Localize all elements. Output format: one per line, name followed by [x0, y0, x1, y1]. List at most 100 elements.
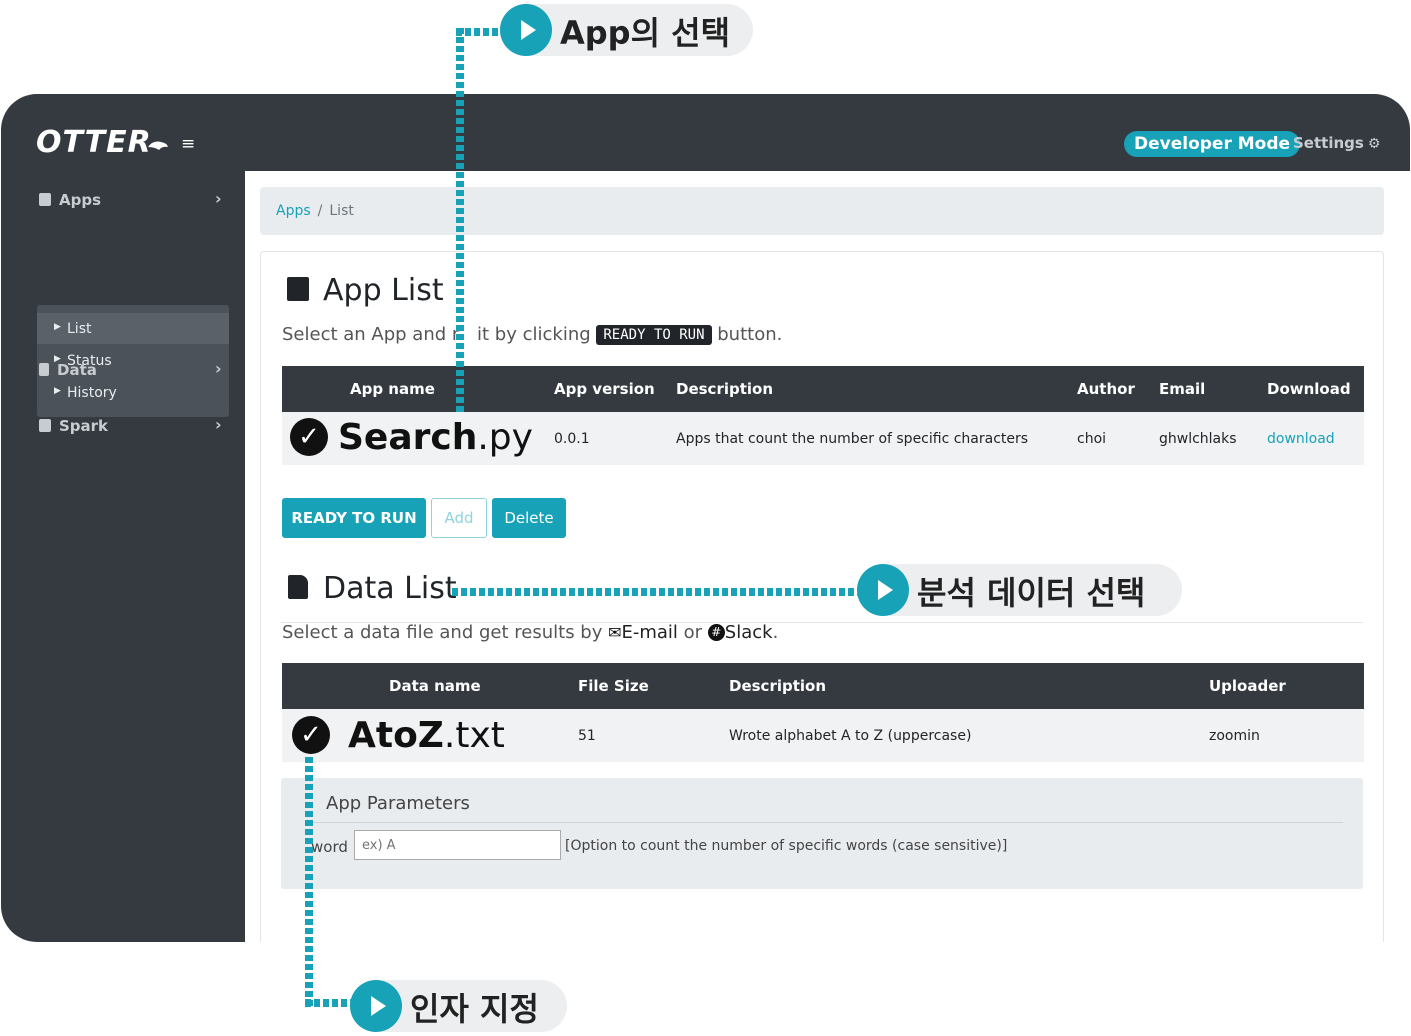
submenu-label: History [67, 385, 117, 401]
column-header: File Size [578, 663, 729, 709]
column-header: Download [1267, 366, 1364, 412]
ready-to-run-keyword: READY TO RUN [596, 325, 712, 345]
file-size-cell: 51 [578, 709, 729, 762]
check-icon: ✓ [292, 716, 330, 754]
column-header: App version [554, 366, 676, 412]
callout-text: 인자 지정 [410, 990, 539, 1028]
sidebar-item-label: Apps [59, 191, 102, 209]
column-header: Author [1077, 366, 1159, 412]
breadcrumb: Apps / List [260, 187, 1384, 235]
word-param-help: [Option to count the number of specific … [565, 838, 1008, 854]
column-header: App name [282, 366, 554, 412]
app-email-cell: ghwlchlaks [1159, 412, 1267, 465]
app-author-cell: choi [1077, 412, 1159, 465]
hamburger-menu-icon[interactable]: ≡ [181, 136, 195, 153]
chevron-right-icon: › [215, 189, 222, 208]
or-text: or [677, 622, 708, 643]
sidebar: Apps › ▶ List ▶ Status ▶ History Data › Spa… [1, 171, 245, 942]
play-icon [500, 4, 552, 56]
instructions-text: Select an App and r [282, 324, 460, 345]
sidebar-item-spark[interactable]: Spark [39, 417, 108, 435]
sidebar-item-label: Data [57, 361, 97, 379]
selected-app-name: Search.py [338, 417, 533, 458]
otter-logo-mark-icon [148, 141, 168, 150]
selected-data-name-ext: .txt [443, 714, 505, 756]
instructions-text: Select a data file and get results by [282, 622, 609, 643]
otter-logo[interactable]: OTTER [36, 125, 152, 160]
annotation-connector [456, 28, 464, 414]
breadcrumb-current: List [329, 203, 354, 219]
selected-app-label: ✓ Search.py [286, 415, 539, 459]
data-list-instructions: Select a data file and get results by ✉E… [282, 622, 778, 643]
callout-select-app: App의 선택 [500, 4, 753, 56]
caret-right-icon: ▶ [54, 322, 61, 332]
period-text: . [772, 622, 779, 643]
app-parameters-title: App Parameters [326, 793, 470, 814]
developer-mode-badge[interactable]: Developer Mode [1124, 131, 1301, 157]
selected-data-label: ✓ AtoZ.txt [288, 713, 511, 757]
play-icon [857, 564, 909, 616]
check-icon: ✓ [290, 418, 328, 456]
annotation-connector [305, 757, 313, 1007]
app-parameters-panel: App Parameters word [Option to count the… [281, 778, 1363, 889]
file-icon [39, 363, 49, 376]
app-description-cell: Apps that count the number of specific c… [676, 412, 1077, 465]
data-description-cell: Wrote alphabet A to Z (uppercase) [729, 709, 1209, 762]
book-icon [39, 193, 51, 206]
settings-label: Settings [1293, 134, 1364, 152]
column-header: Data name [282, 663, 578, 709]
sidebar-item-label: Spark [59, 417, 109, 435]
selected-app-name-ext: .py [477, 416, 533, 458]
sidebar-item-list[interactable]: ▶ List [54, 321, 92, 337]
breadcrumb-apps-link[interactable]: Apps [276, 203, 311, 219]
app-download-cell: download [1267, 412, 1364, 465]
word-param-input[interactable] [354, 830, 561, 860]
sidebar-item-apps[interactable]: Apps [39, 191, 101, 209]
app-version-cell: 0.0.1 [554, 412, 676, 465]
word-param-label: word [311, 838, 348, 856]
uploader-cell: zoomin [1209, 709, 1364, 762]
main-content: Apps / List App List Select an App and r i… [245, 171, 1410, 942]
caret-right-icon: ▶ [54, 386, 61, 396]
app-list-instructions: Select an App and r it by clicking READY… [282, 324, 782, 345]
callout-select-data: 분석 데이터 선택 [857, 564, 1182, 616]
column-header: Description [676, 366, 1077, 412]
play-icon [350, 980, 402, 1032]
instructions-text-end: button. [711, 324, 783, 345]
column-header: Email [1159, 366, 1267, 412]
file-icon [288, 575, 308, 599]
breadcrumb-separator: / [317, 203, 323, 219]
settings-link[interactable]: Settings ⚙ [1293, 134, 1380, 152]
selected-app-name-main: Search [338, 416, 478, 458]
table-header-row: App name App version Description Author … [282, 366, 1364, 412]
app-window: OTTER ≡ Developer Mode Settings ⚙ Apps › … [1, 94, 1410, 942]
top-navbar: OTTER ≡ Developer Mode Settings ⚙ [1, 94, 1410, 171]
table-header-row: Data name File Size Description Uploader [282, 663, 1364, 709]
envelope-icon: ✉ [608, 623, 622, 642]
download-link[interactable]: download [1267, 431, 1335, 447]
add-button[interactable]: Add [431, 498, 487, 538]
active-item-highlight [37, 313, 229, 344]
slack-label: Slack [724, 622, 773, 643]
instructions-text-mid: it by clicking [471, 324, 597, 345]
sidebar-item-data[interactable]: Data [39, 361, 97, 379]
ready-to-run-button[interactable]: READY TO RUN [282, 498, 426, 538]
column-header: Description [729, 663, 1209, 709]
sidebar-item-history[interactable]: ▶ History [54, 385, 117, 401]
chevron-right-icon: › [215, 415, 222, 434]
list-document-icon [287, 277, 309, 301]
panel-divider [311, 822, 1343, 823]
callout-text: App의 선택 [560, 14, 731, 52]
selected-data-name: AtoZ.txt [348, 715, 505, 756]
chevron-right-icon: › [215, 359, 222, 378]
callout-set-args: 인자 지정 [350, 980, 567, 1032]
selected-data-name-main: AtoZ [348, 714, 444, 756]
save-icon [39, 419, 51, 432]
app-list-title: App List [323, 273, 444, 308]
column-header: Uploader [1209, 663, 1364, 709]
slack-icon: # [707, 624, 725, 641]
callout-text: 분석 데이터 선택 [917, 574, 1146, 612]
delete-button[interactable]: Delete [492, 498, 566, 538]
data-list-title: Data List [323, 571, 457, 606]
submenu-label: List [67, 321, 92, 337]
